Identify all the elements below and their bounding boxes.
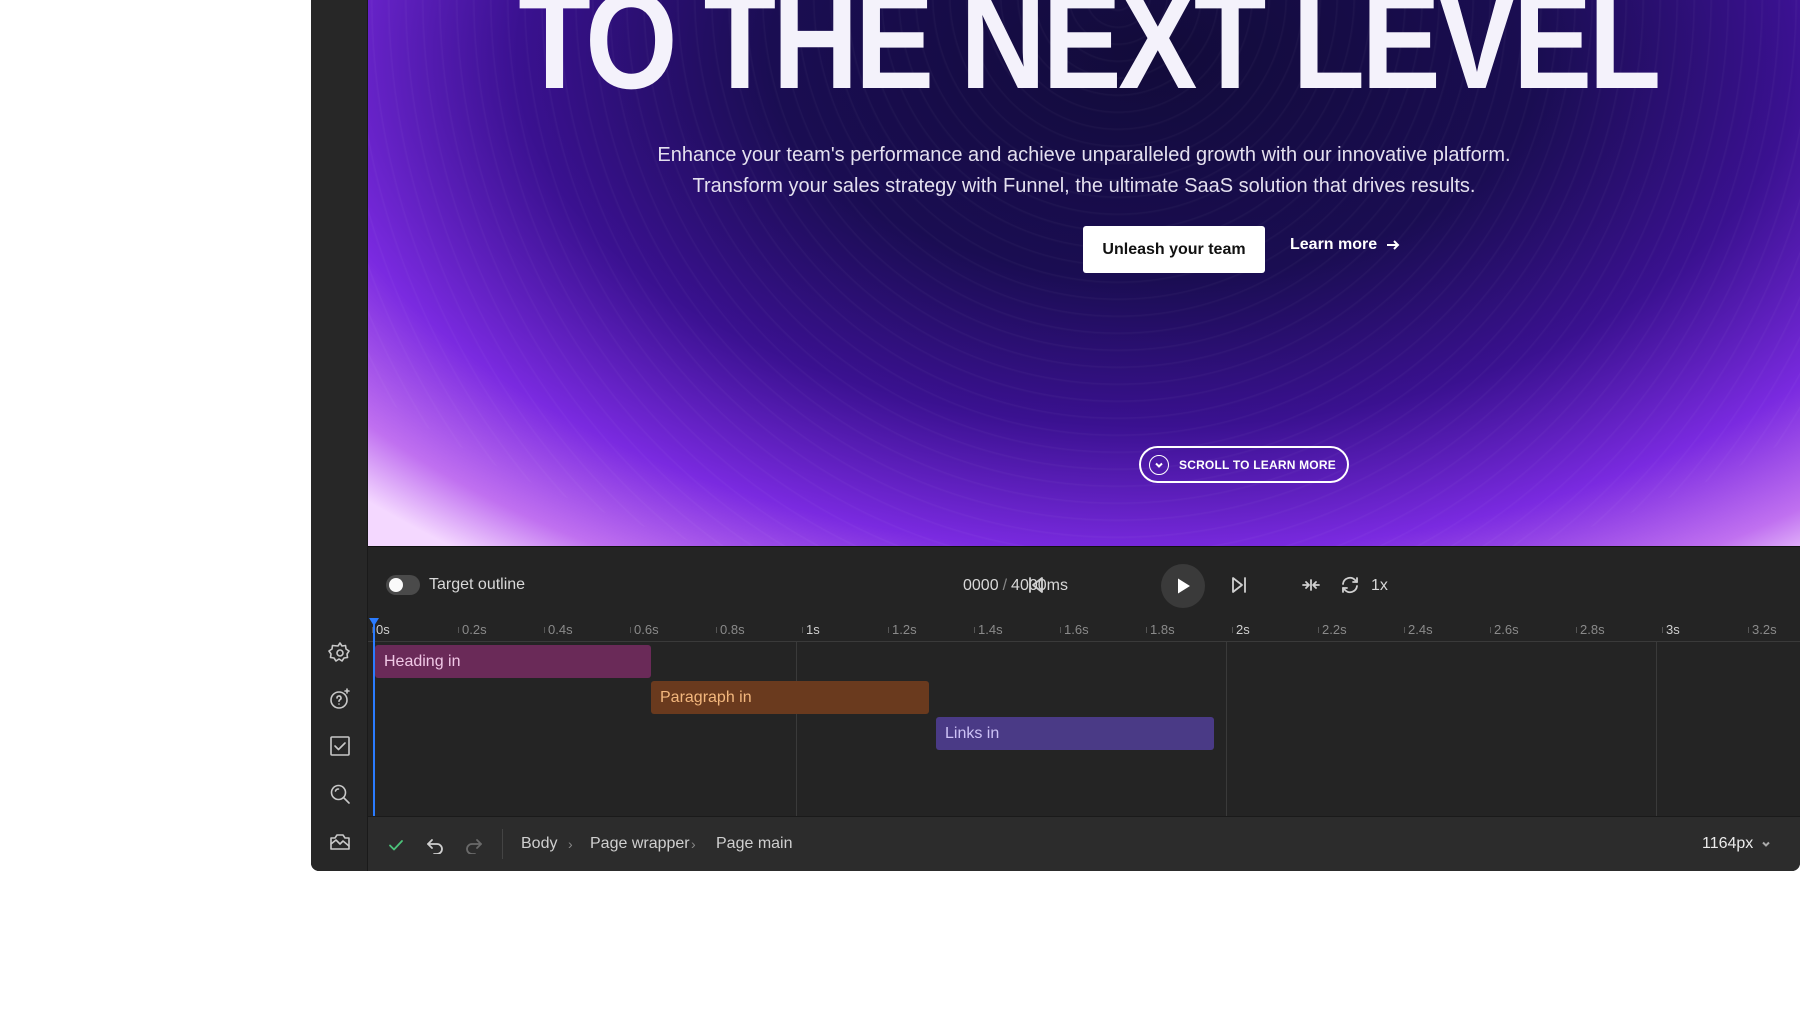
- chevron-down-circle-icon: [1149, 454, 1169, 475]
- ruler-tick: 2.8s: [1576, 622, 1605, 637]
- hero-subcopy: Enhance your team's performance and achi…: [368, 140, 1800, 202]
- clip-paragraph-in[interactable]: Paragraph in: [651, 681, 929, 714]
- site-preview: TO THE NEXT LEVEL Enhance your team's pe…: [368, 0, 1800, 546]
- redo-icon[interactable]: [463, 834, 485, 856]
- status-bar: Body › Page wrapper › Page main 1164px: [368, 816, 1800, 871]
- play-icon: [1178, 578, 1190, 594]
- target-outline-label: Target outline: [429, 576, 526, 593]
- viewport-width-value: 1164px: [1702, 835, 1754, 852]
- ruler-tick: 1.6s: [1060, 622, 1089, 637]
- check-icon[interactable]: [385, 834, 407, 856]
- breadcrumb-page-main[interactable]: Page main: [716, 835, 793, 853]
- ruler-tick: 0.8s: [716, 622, 745, 637]
- left-toolbar: [311, 0, 368, 871]
- time-separator: /: [1002, 577, 1008, 594]
- clip-links-in[interactable]: Links in: [936, 717, 1214, 750]
- ruler-tick: 1.2s: [888, 622, 917, 637]
- ruler-tick: 1s: [802, 622, 820, 637]
- hero-subcopy-line-2: Transform your sales strategy with Funne…: [692, 175, 1476, 197]
- timeline-tracks: Heading in Paragraph in Links in: [368, 618, 1800, 816]
- breadcrumb-body[interactable]: Body: [521, 835, 557, 853]
- time-current: 0000: [963, 577, 999, 594]
- arrow-right-icon: [1387, 240, 1400, 250]
- playback-speed[interactable]: 1x: [1371, 577, 1388, 595]
- skip-forward-icon[interactable]: [1227, 573, 1251, 597]
- viewport-width-select[interactable]: 1164px: [1702, 835, 1771, 853]
- undo-icon[interactable]: [424, 834, 446, 856]
- ruler-tick: 2s: [1232, 622, 1250, 637]
- hero-headline: TO THE NEXT LEVEL: [518, 0, 1661, 118]
- timeline-ruler[interactable]: 0s 0.2s 0.4s 0.6s 0.8s 1s 1.2s 1.4s 1.6s 1.8s 2s 2.…: [368, 618, 1800, 642]
- breadcrumb-separator: ›: [691, 836, 696, 852]
- time-readout: 0000/4000ms: [963, 577, 1068, 595]
- checkbox-icon[interactable]: [327, 733, 353, 759]
- search-icon[interactable]: [327, 781, 353, 807]
- breadcrumb-separator: ›: [568, 836, 573, 852]
- camera-icon[interactable]: [327, 829, 353, 855]
- playback-controls: Target outline 0000/4000ms 1x: [368, 546, 1800, 618]
- gridline-2s: [1226, 642, 1227, 816]
- ruler-tick: 1.8s: [1146, 622, 1175, 637]
- unleash-team-button[interactable]: Unleash your team: [1083, 226, 1265, 273]
- ruler-tick: 2.6s: [1490, 622, 1519, 637]
- toggle-knob: [389, 578, 403, 592]
- ruler-tick: 2.2s: [1318, 622, 1347, 637]
- ruler-tick: 1.4s: [974, 622, 1003, 637]
- ruler-tick: 3s: [1662, 622, 1680, 637]
- scroll-to-learn-more-button[interactable]: SCROLL TO LEARN MORE: [1139, 446, 1349, 483]
- ruler-tick: 3.2s: [1748, 622, 1777, 637]
- chevron-down-icon: [1762, 841, 1771, 847]
- ruler-tick: 2.4s: [1404, 622, 1433, 637]
- breadcrumb-page-wrapper[interactable]: Page wrapper: [590, 835, 690, 853]
- target-outline-toggle[interactable]: [386, 575, 420, 595]
- hero-subcopy-line-1: Enhance your team's performance and achi…: [657, 144, 1511, 166]
- gear-icon[interactable]: [327, 640, 353, 666]
- ruler-tick: 0.4s: [544, 622, 573, 637]
- scroll-label: SCROLL TO LEARN MORE: [1179, 457, 1336, 472]
- clip-heading-in[interactable]: Heading in: [375, 645, 651, 678]
- gridline-3s: [1656, 642, 1657, 816]
- loop-icon[interactable]: [1338, 573, 1362, 597]
- ruler-tick: 0.2s: [458, 622, 487, 637]
- learn-more-label: Learn more: [1290, 236, 1378, 253]
- gridline-1s: [796, 642, 797, 816]
- skip-back-icon[interactable]: [1024, 573, 1048, 597]
- status-divider: [502, 829, 503, 859]
- collapse-icon[interactable]: [1299, 573, 1323, 597]
- learn-more-link[interactable]: Learn more: [1290, 236, 1401, 254]
- play-button[interactable]: [1161, 564, 1205, 608]
- ruler-tick: 0.6s: [630, 622, 659, 637]
- editor-window: TO THE NEXT LEVEL Enhance your team's pe…: [311, 0, 1800, 871]
- help-sparkle-icon[interactable]: [327, 686, 353, 712]
